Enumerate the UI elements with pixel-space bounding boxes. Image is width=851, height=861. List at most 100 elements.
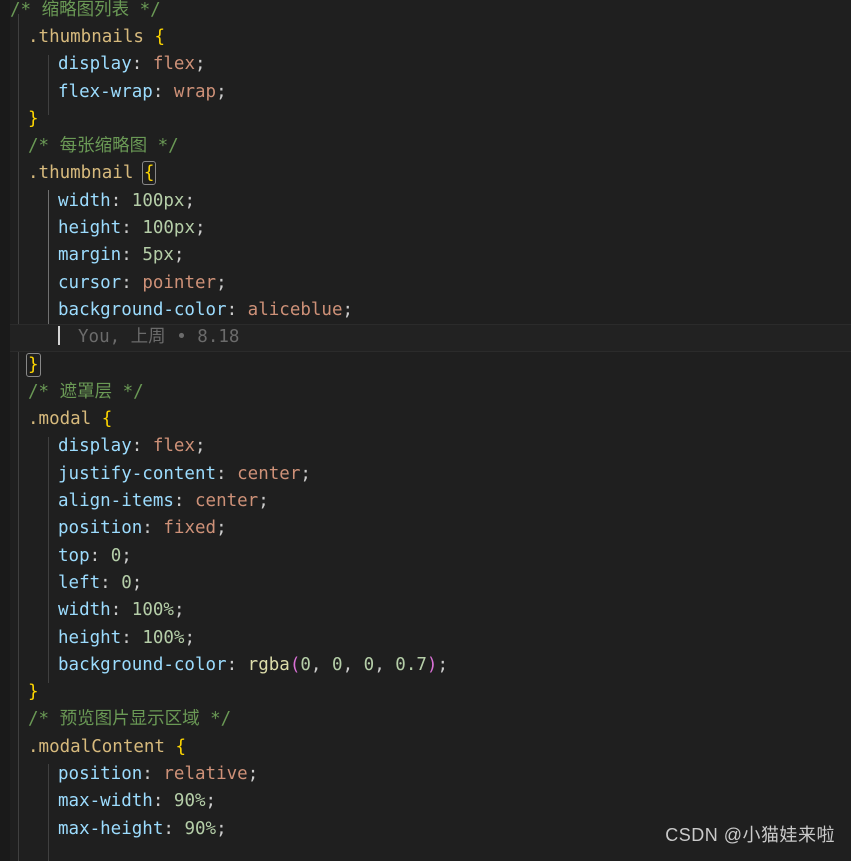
css-selector: .modalContent: [28, 736, 165, 757]
code-editor[interactable]: /* 缩略图列表 */ .thumbnails { display: flex;…: [0, 0, 851, 861]
colon: :: [121, 218, 132, 239]
code-line-30[interactable]: max-width: 90%;: [0, 788, 851, 815]
css-selector: .modal: [28, 409, 92, 430]
code-line-9[interactable]: height: 100px;: [0, 215, 851, 242]
rgba-alpha: 0.7: [395, 654, 427, 675]
code-line-22[interactable]: left: 0;: [0, 570, 851, 597]
css-comment: /* 每张缩略图 */: [28, 136, 179, 157]
code-line-2[interactable]: .thumbnails {: [0, 24, 851, 51]
semicolon: ;: [342, 299, 354, 320]
code-line-4[interactable]: flex-wrap: wrap;: [0, 79, 851, 106]
code-line-13-current[interactable]: You, 上周 • 8.18: [0, 324, 851, 352]
css-comment: /* 缩略图列表 */: [10, 0, 161, 20]
code-line-23[interactable]: width: 100%;: [0, 597, 851, 624]
css-comment: /* 预览图片显示区域 */: [28, 709, 232, 730]
colon: :: [226, 299, 238, 320]
semicolon: ;: [184, 190, 196, 211]
semicolon: ;: [216, 81, 227, 102]
code-surface[interactable]: /* 缩略图列表 */ .thumbnails { display: flex;…: [0, 0, 851, 861]
semicolon: ;: [121, 545, 132, 566]
colon: :: [121, 272, 132, 293]
code-line-6[interactable]: /* 每张缩略图 */: [0, 133, 851, 160]
colon: :: [163, 818, 174, 839]
colon: :: [152, 81, 164, 102]
semicolon: ;: [195, 436, 206, 457]
code-line-25[interactable]: background-color: rgba(0, 0, 0, 0.7);: [0, 652, 851, 679]
code-line-15[interactable]: /* 遮罩层 */: [0, 379, 851, 406]
colon: :: [110, 190, 122, 211]
rgba-green: 0: [332, 654, 343, 675]
semicolon: ;: [173, 245, 185, 266]
css-property: width: [58, 190, 111, 211]
css-function-rgba: rgba: [247, 654, 290, 675]
css-value: center: [195, 491, 259, 512]
open-brace-matched: {: [141, 161, 157, 186]
code-line-10[interactable]: margin: 5px;: [0, 242, 851, 269]
semicolon: ;: [195, 218, 206, 239]
close-paren: ): [426, 654, 438, 675]
rgba-blue: 0: [363, 654, 375, 675]
semicolon: ;: [195, 54, 206, 75]
git-blame-annotation[interactable]: You, 上周 • 8.18: [60, 327, 239, 347]
css-property: display: [58, 54, 132, 75]
css-value: 100%: [131, 600, 174, 621]
code-line-8[interactable]: width: 100px;: [0, 188, 851, 215]
css-value: aliceblue: [247, 299, 343, 320]
open-brace: {: [175, 736, 187, 757]
colon: :: [121, 627, 132, 648]
code-line-14[interactable]: }: [0, 352, 851, 379]
colon: :: [142, 518, 153, 539]
css-value: flex: [152, 436, 196, 457]
code-line-17[interactable]: display: flex;: [0, 433, 851, 460]
open-brace: {: [154, 27, 165, 47]
css-property: max-height: [58, 818, 164, 839]
colon: :: [89, 545, 101, 566]
semicolon: ;: [247, 764, 259, 785]
colon: :: [100, 572, 111, 593]
css-value: 0: [121, 572, 132, 593]
code-line-7[interactable]: .thumbnail {: [0, 160, 851, 187]
css-property: height: [58, 627, 122, 648]
code-line-5[interactable]: }: [0, 106, 851, 133]
colon: :: [121, 245, 132, 266]
css-value: 90%: [184, 818, 217, 839]
css-value: fixed: [163, 518, 217, 539]
code-line-11[interactable]: cursor: pointer;: [0, 270, 851, 297]
code-line-26[interactable]: }: [0, 679, 851, 706]
open-paren: (: [289, 654, 301, 675]
css-property: cursor: [58, 272, 122, 293]
css-value: 100px: [142, 218, 195, 239]
open-brace: {: [101, 409, 113, 430]
semicolon: ;: [216, 272, 227, 293]
close-brace: }: [28, 682, 39, 703]
code-line-16[interactable]: .modal {: [0, 406, 851, 433]
css-property: position: [58, 764, 143, 785]
css-property: align-items: [58, 491, 174, 512]
code-line-21[interactable]: top: 0;: [0, 543, 851, 570]
code-line-27[interactable]: /* 预览图片显示区域 */: [0, 706, 851, 733]
code-line-3[interactable]: display: flex;: [0, 51, 851, 78]
code-line-19[interactable]: align-items: center;: [0, 488, 851, 515]
css-property: height: [58, 218, 122, 239]
code-line-31[interactable]: max-height: 90%;: [0, 816, 851, 843]
semicolon: ;: [131, 572, 143, 593]
rgba-red: 0: [300, 654, 311, 675]
css-value: flex: [152, 54, 196, 75]
code-line-28[interactable]: .modalContent {: [0, 734, 851, 761]
css-property: background-color: [58, 654, 227, 675]
css-value: 100%: [142, 627, 185, 648]
colon: :: [216, 463, 227, 484]
code-line-29[interactable]: position: relative;: [0, 761, 851, 788]
css-value: pointer: [142, 272, 217, 293]
code-line-24[interactable]: height: 100%;: [0, 625, 851, 652]
code-line-20[interactable]: position: fixed;: [0, 515, 851, 542]
code-line-1[interactable]: /* 缩略图列表 */: [0, 0, 851, 24]
css-property: width: [58, 600, 111, 621]
code-line-12[interactable]: background-color: aliceblue;: [0, 297, 851, 324]
code-line-18[interactable]: justify-content: center;: [0, 461, 851, 488]
semicolon: ;: [258, 491, 269, 512]
css-comment: /* 遮罩层 */: [28, 381, 144, 402]
semicolon: ;: [216, 818, 227, 839]
editor-gutter: [0, 0, 10, 861]
css-property: justify-content: [58, 463, 217, 484]
